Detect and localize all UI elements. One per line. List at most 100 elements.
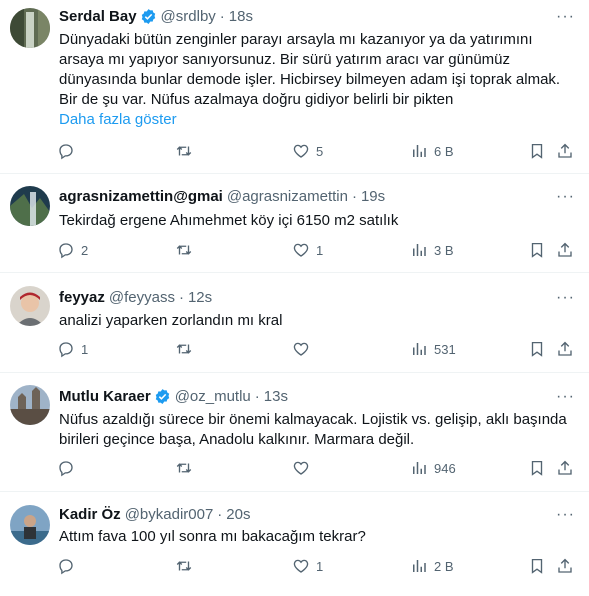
tweet[interactable]: feyyaz @feyyass · 12s ··· analizi yapark… <box>0 273 589 373</box>
like-button[interactable] <box>292 459 316 477</box>
author-name[interactable]: Serdal Bay <box>59 8 137 25</box>
tweet[interactable]: agrasnizamettin@gmai @agrasnizamettin · … <box>0 174 589 273</box>
avatar-image <box>10 385 50 425</box>
separator-dot: · <box>217 506 223 523</box>
show-more-link[interactable]: Daha fazla göster <box>59 110 575 130</box>
bookmark-icon <box>531 460 543 476</box>
bookmark-button[interactable] <box>528 557 546 575</box>
reply-icon <box>59 342 73 358</box>
reply-icon <box>59 461 73 477</box>
bookmark-button[interactable] <box>528 142 546 160</box>
reply-icon <box>59 243 73 259</box>
author-handle[interactable]: @srdlby <box>161 8 216 25</box>
avatar[interactable] <box>10 8 50 48</box>
retweet-button[interactable] <box>175 459 199 477</box>
like-button[interactable]: 1 <box>292 241 323 259</box>
avatar[interactable] <box>10 385 50 425</box>
share-button[interactable] <box>556 459 574 477</box>
bookmark-button[interactable] <box>528 241 546 259</box>
retweet-icon <box>176 146 192 156</box>
retweet-button[interactable] <box>175 241 199 259</box>
reply-count: 1 <box>81 341 89 357</box>
avatar[interactable] <box>10 186 50 226</box>
retweet-icon <box>176 561 192 571</box>
view-count: 3 B <box>434 242 454 258</box>
heart-icon <box>293 342 309 356</box>
timestamp[interactable]: 19s <box>361 188 385 205</box>
author-name[interactable]: feyyaz <box>59 289 105 306</box>
reply-button[interactable] <box>57 459 81 477</box>
timestamp[interactable]: 18s <box>229 8 253 25</box>
share-icon <box>558 242 572 257</box>
timestamp[interactable]: 13s <box>264 388 288 405</box>
reply-count: 2 <box>81 242 89 258</box>
tweet[interactable]: Serdal Bay @srdlby · 18s ··· Dünyadaki b… <box>0 0 589 174</box>
tweet-text-block: Nüfus azaldığı sürece bir önemi kalmayac… <box>59 410 575 450</box>
reply-button[interactable] <box>57 142 81 160</box>
more-options-icon[interactable]: ··· <box>556 289 575 307</box>
author-handle[interactable]: @bykadir007 <box>125 506 214 523</box>
reply-button[interactable] <box>57 557 81 575</box>
avatar-image <box>10 8 50 48</box>
author-handle[interactable]: @feyyass <box>109 289 175 306</box>
action-bar: 2 1 3 B <box>52 241 579 263</box>
separator-dot: · <box>178 289 184 306</box>
reply-button[interactable]: 2 <box>57 241 88 259</box>
avatar-image <box>10 286 50 326</box>
separator-dot: · <box>254 388 260 405</box>
reply-icon <box>59 559 73 575</box>
tweet-text: Nüfus azaldığı sürece bir önemi kalmayac… <box>59 411 567 448</box>
share-button[interactable] <box>556 557 574 575</box>
like-button[interactable] <box>292 340 316 358</box>
share-icon <box>558 143 572 158</box>
bookmark-icon <box>531 143 543 159</box>
more-options-icon[interactable]: ··· <box>556 388 575 406</box>
bookmark-button[interactable] <box>528 340 546 358</box>
more-options-icon[interactable]: ··· <box>556 8 575 26</box>
retweet-button[interactable] <box>175 557 199 575</box>
tweet-text: Tekirdağ ergene Ahımehmet köy içi 6150 m… <box>59 212 399 229</box>
more-options-icon[interactable]: ··· <box>556 188 575 206</box>
avatar[interactable] <box>10 286 50 326</box>
author-handle[interactable]: @agrasnizamettin <box>227 188 348 205</box>
views-chart-icon <box>413 462 426 474</box>
tweet-text-block: Dünyadaki bütün zenginler parayı arsayla… <box>59 30 575 130</box>
share-button[interactable] <box>556 241 574 259</box>
tweet[interactable]: Kadir Öz @bykadir007 · 20s ··· Attım fav… <box>0 492 589 596</box>
bookmark-icon <box>531 242 543 258</box>
like-button[interactable]: 5 <box>292 142 323 160</box>
more-options-icon[interactable]: ··· <box>556 506 575 524</box>
views-chart-icon <box>413 244 426 256</box>
bookmark-icon <box>531 341 543 357</box>
author-name[interactable]: Kadir Öz <box>59 506 121 523</box>
tweet[interactable]: Mutlu Karaer @oz_mutlu · 13s ··· Nüfus a… <box>0 373 589 492</box>
action-bar: 5 6 B <box>52 142 579 164</box>
bookmark-button[interactable] <box>528 459 546 477</box>
heart-icon <box>293 461 309 475</box>
timestamp[interactable]: 20s <box>226 506 250 523</box>
views-button[interactable]: 531 <box>410 340 456 358</box>
author-handle[interactable]: @oz_mutlu <box>175 388 251 405</box>
tweet-text: Attım fava 100 yıl sonra mı bakacağım te… <box>59 528 366 545</box>
reply-icon <box>59 144 73 160</box>
views-button[interactable]: 2 B <box>410 557 454 575</box>
timestamp[interactable]: 12s <box>188 289 212 306</box>
retweet-button[interactable] <box>175 340 199 358</box>
share-button[interactable] <box>556 142 574 160</box>
like-button[interactable]: 1 <box>292 557 323 575</box>
avatar[interactable] <box>10 505 50 545</box>
views-button[interactable]: 3 B <box>410 241 454 259</box>
retweet-button[interactable] <box>175 142 199 160</box>
tweet-text-block: Tekirdağ ergene Ahımehmet köy içi 6150 m… <box>59 211 575 231</box>
verified-badge-icon <box>141 9 155 24</box>
avatar-image <box>10 505 50 545</box>
author-name[interactable]: Mutlu Karaer <box>59 388 151 405</box>
tweet-text: Dünyadaki bütün zenginler parayı arsayla… <box>59 31 561 108</box>
views-button[interactable]: 946 <box>410 459 456 477</box>
retweet-icon <box>176 245 192 255</box>
bookmark-icon <box>531 558 543 574</box>
author-name[interactable]: agrasnizamettin@gmai <box>59 188 223 205</box>
views-button[interactable]: 6 B <box>410 142 454 160</box>
share-button[interactable] <box>556 340 574 358</box>
reply-button[interactable]: 1 <box>57 340 88 358</box>
